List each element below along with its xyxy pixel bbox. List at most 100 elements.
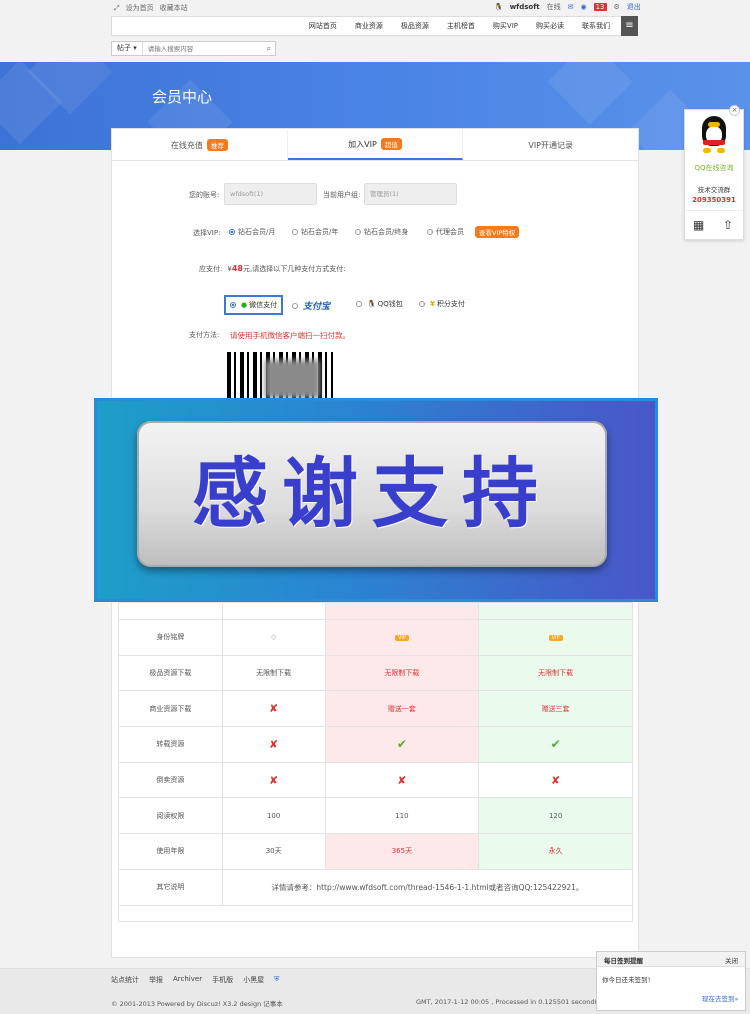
pay-method-alipay[interactable]: 支付宝	[292, 299, 330, 312]
other-notes: 详情请参考：http://www.wfdsoft.com/thread-1546…	[221, 868, 634, 906]
user-group-field: 管理员(1)	[364, 183, 457, 205]
qq-widget-close-icon[interactable]: ×	[729, 105, 740, 116]
footer-link-archiver[interactable]: Archiver	[173, 975, 202, 985]
qq-widget: ▦ ⇧	[684, 109, 744, 240]
tab-recharge[interactable]: 在线充值 推荐	[112, 130, 288, 160]
nav-item-commercial[interactable]: 商业资源	[346, 21, 392, 31]
pay-method-label: 支付方法:	[189, 331, 220, 339]
expand-icon[interactable]: ⤢	[114, 4, 120, 13]
online-status[interactable]: 在线	[547, 2, 561, 12]
nav-item-buy-guide[interactable]: 购买必读	[527, 21, 573, 31]
tab-vip-records[interactable]: VIP开通记录	[463, 130, 638, 160]
mail-icon[interactable]: ✉	[568, 3, 574, 11]
notice-icon[interactable]: ◉	[580, 3, 586, 11]
amount-label: 应支付:	[199, 265, 223, 273]
qr-blur-mask	[265, 360, 320, 398]
account-field: wfdsoft(1)	[224, 183, 317, 205]
search-type-select[interactable]: 帖子 ▾	[112, 42, 143, 55]
footer-links: 站点统计 举报 Archiver 手机版 小黑屋 ⛨	[111, 975, 279, 985]
qq-online-link[interactable]: QQ在线咨询	[686, 163, 742, 173]
pay-method-hint: 请使用手机微信客户端扫一扫付款。	[230, 331, 350, 340]
check-icon: ✔	[324, 726, 480, 763]
nav-item-premium[interactable]: 极品资源	[392, 21, 438, 31]
badge-icon: ◇	[221, 619, 326, 656]
main-nav: 网站首页 商业资源 极品资源 主机榜首 购买VIP 购买必读 联系我们	[111, 16, 638, 36]
table-row: 使用年限 30天 365天 永久	[118, 833, 633, 870]
qq-group-label: 技术交流群	[697, 186, 731, 194]
table-row: 极品资源下载 无限制下载 无限制下载 无限制下载	[118, 654, 633, 692]
table-row: 商业资源下载 ✘ 赠送一套 赠送三套	[118, 690, 633, 728]
vip-option-month[interactable]: 钻石会员/月	[229, 227, 275, 237]
recommend-tag: 推荐	[206, 139, 228, 151]
nav-item-home[interactable]: 网站首页	[300, 21, 346, 31]
bookmark-link[interactable]: 收藏本站	[160, 3, 188, 13]
table-row: 身份铭牌 ◇ VIP VIP	[118, 619, 633, 656]
table-row: 倒卖资源 ✘ ✘ ✘	[118, 761, 633, 799]
qq-group-number: 209350391	[692, 196, 736, 204]
vip-option-agent[interactable]: 代理会员	[427, 227, 464, 237]
checkin-now-link[interactable]: 现在去签到»	[702, 993, 738, 1003]
vip-option-lifetime[interactable]: 钻石会员/终身	[355, 227, 408, 237]
footer-link-report[interactable]: 举报	[149, 975, 163, 985]
qq-penguin-icon[interactable]	[699, 116, 729, 154]
checkin-title: 每日签到提醒	[604, 957, 643, 965]
nav-item-contact[interactable]: 联系我们	[573, 21, 619, 31]
nav-item-hosting[interactable]: 主机榜首	[438, 21, 484, 31]
username-link[interactable]: wfdsoft	[510, 3, 540, 11]
vip-badge-icon: VIP	[394, 635, 409, 642]
cross-icon: ✘	[324, 761, 480, 799]
amount-row: 应支付: ¥48元,请选择以下几种支付方式支付:	[199, 264, 346, 274]
search-icon[interactable]: ⌕	[267, 44, 271, 54]
page-title: 会员中心	[152, 88, 213, 106]
table-row	[118, 904, 633, 922]
check-icon: ✔	[478, 726, 633, 763]
table-row: 其它说明 详情请参考：http://www.wfdsoft.com/thread…	[118, 868, 634, 906]
table-row: 阅读权限 100 110 120	[118, 797, 633, 835]
search-input[interactable]	[142, 44, 253, 53]
amount-value: ¥48元,请选择以下几种支付方式支付:	[227, 264, 346, 273]
tab-bar: 在线充值 推荐 加入VIP 超值 VIP开通记录	[112, 130, 638, 161]
top-left-links: ⤢ 设为首页 收藏本站	[114, 3, 188, 13]
alipay-logo: 支付宝	[303, 302, 331, 312]
checkin-header: 每日签到提醒 关闭	[597, 952, 745, 967]
pay-method-wechat[interactable]: ● 微信支付	[224, 295, 284, 315]
tab-join-vip[interactable]: 加入VIP 超值	[287, 130, 464, 160]
vip-option-year[interactable]: 钻石会员/年	[292, 227, 338, 237]
wechat-icon: ●	[241, 301, 248, 309]
logout-link[interactable]: 退出	[627, 2, 641, 12]
checkin-message: 你今日还未签到！	[602, 976, 654, 984]
vip-comparison-table: 身份铭牌 ◇ VIP VIP 极品资源下载 无限制下载 无限制下载 无限制下载 …	[118, 602, 634, 922]
qq-avatar-icon: 🐧	[494, 3, 503, 11]
settings-icon[interactable]: ⚙	[614, 3, 620, 11]
table-row	[118, 602, 633, 620]
qq-icon: 🐧	[367, 300, 376, 308]
rocket-icon[interactable]: ⇧	[723, 218, 733, 232]
select-vip-label: 选择VIP:	[193, 229, 221, 237]
qrcode-icon[interactable]: ▦	[693, 218, 704, 232]
menu-icon[interactable]: ≡	[621, 16, 638, 36]
nav-item-buy-vip[interactable]: 购买VIP	[484, 21, 527, 31]
footer-link-stats[interactable]: 站点统计	[111, 975, 139, 985]
cross-icon: ✘	[478, 761, 633, 799]
pay-method-points[interactable]: ¥ 积分支付	[419, 299, 465, 309]
notice-count-badge: 13	[593, 3, 607, 11]
user-bar: 🐧 wfdsoft 在线 ✉ ◉ 13 ⚙ 退出	[494, 2, 641, 12]
checkin-close-button[interactable]: 关闭	[725, 955, 738, 965]
copyright: © 2001-2013 Powered by Discuz! X3.2 desi…	[111, 1000, 283, 1008]
set-home-link[interactable]: 设为首页	[126, 3, 154, 13]
user-group-label: 当前用户组:	[323, 191, 361, 199]
account-label: 您的账号:	[189, 191, 220, 199]
cross-icon: ✘	[221, 761, 326, 799]
value-tag: 超值	[380, 138, 402, 150]
shield-icon[interactable]: ⛨	[274, 975, 279, 985]
pay-method-qq-wallet[interactable]: 🐧 QQ钱包	[356, 299, 403, 309]
cross-icon: ✘	[221, 690, 326, 728]
search-bar: 帖子 ▾ ⌕	[111, 41, 276, 56]
vip-badge-icon: VIP	[548, 635, 563, 642]
footer-link-blackroom[interactable]: 小黑屋	[243, 975, 264, 985]
footer-link-mobile[interactable]: 手机版	[212, 975, 233, 985]
thanks-text: 感谢支持	[192, 449, 552, 538]
view-vip-privilege-button[interactable]: 查看VIP特权	[475, 226, 520, 238]
cross-icon: ✘	[221, 726, 326, 763]
row-label: 身份铭牌	[118, 619, 223, 656]
